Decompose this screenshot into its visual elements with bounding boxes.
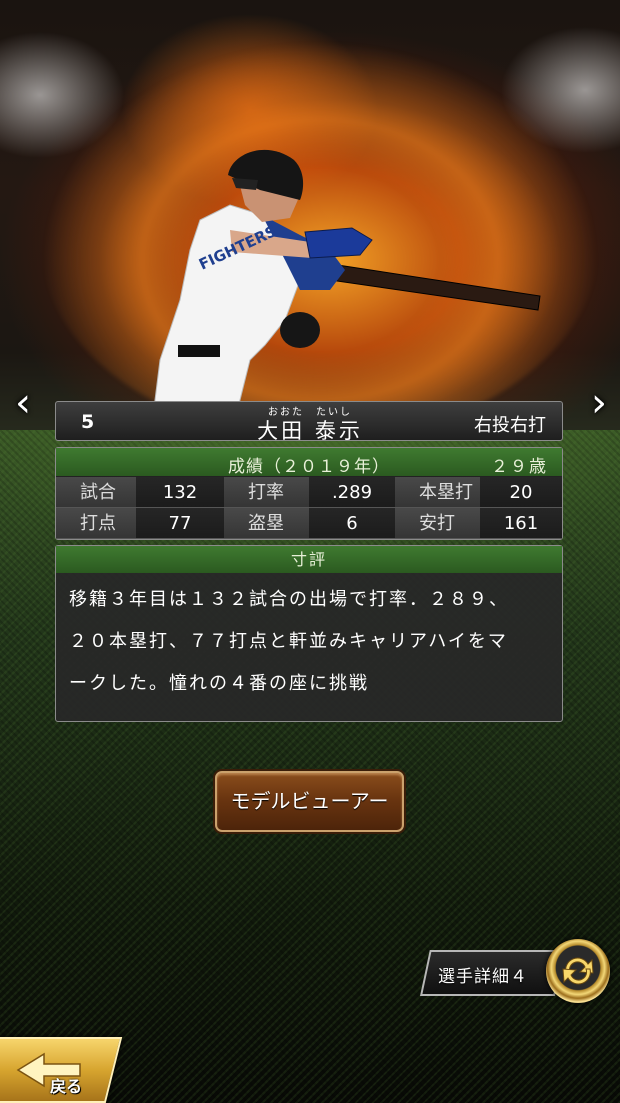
model-viewer-button[interactable]: モデルビューアー (215, 771, 404, 832)
player-age: ２９歳 (491, 457, 548, 477)
cycle-button[interactable] (546, 939, 610, 1003)
stat-value: 6 (309, 508, 395, 539)
cycle-arrows-icon (562, 957, 594, 985)
previous-player-arrow-icon[interactable]: ‹ (8, 380, 38, 426)
review-title: 寸評 (56, 546, 562, 573)
review-line: 移籍３年目は１３２試合の出場で打率．２８９、 (69, 589, 509, 610)
stat-label: 安打 (395, 508, 480, 539)
stats-title: 成績（２０１９年） (228, 457, 390, 477)
stat-value: 132 (136, 477, 224, 508)
stat-label: 打点 (56, 508, 136, 539)
review-text: 移籍３年目は１３２試合の出場で打率．２８９、 ２０本塁打、７７打点と軒並みキャリ… (56, 573, 562, 705)
stats-header: 成績（２０１９年） ２９歳 (56, 448, 562, 477)
stat-value: 77 (136, 508, 224, 539)
stat-value: 20 (480, 477, 562, 508)
stat-label: 打率 (224, 477, 309, 508)
stats-panel: 成績（２０１９年） ２９歳 試合 132 打率 .289 本塁打 20 打点 7… (55, 447, 563, 540)
player-detail-label[interactable]: 選手詳細４ (438, 962, 528, 987)
stat-label: 本塁打 (395, 477, 480, 508)
review-line: ２０本塁打、７７打点と軒並みキャリアハイをマ (69, 631, 508, 652)
player-image: FIGHTERS (149, 149, 541, 440)
stat-value: .289 (309, 477, 395, 508)
stat-value: 161 (480, 508, 562, 539)
player-name-bar: 5 おおた たいし 大田 泰示 右投右打 (55, 401, 563, 443)
review-panel: 寸評 移籍３年目は１３２試合の出場で打率．２８９、 ２０本塁打、７７打点と軒並み… (55, 545, 563, 722)
bat-throw: 右投右打 (474, 415, 546, 436)
next-player-arrow-icon[interactable]: › (584, 380, 614, 426)
stat-label: 盗塁 (224, 508, 309, 539)
back-label[interactable]: 戻る (50, 1073, 82, 1097)
review-line: ークした。憧れの４番の座に挑戦 (69, 673, 369, 694)
stats-grid: 試合 132 打率 .289 本塁打 20 打点 77 盗塁 6 安打 161 (56, 477, 562, 539)
stat-label: 試合 (56, 477, 136, 508)
